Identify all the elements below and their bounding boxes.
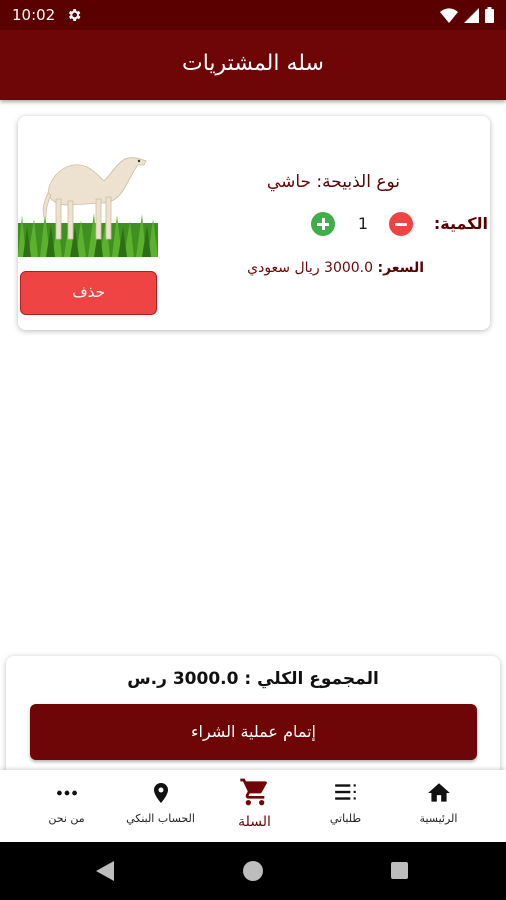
recents-button[interactable] xyxy=(391,862,408,879)
delete-button[interactable]: حذف xyxy=(20,271,157,315)
battery-icon xyxy=(485,7,494,23)
price-value: 3000.0 ريال سعودي xyxy=(247,260,374,276)
gear-icon xyxy=(68,9,81,21)
nav-item-bank-account[interactable]: الحساب البنكي xyxy=(110,770,211,842)
slaughter-type-value: حاشي xyxy=(266,172,312,192)
slaughter-type-label: نوع الذبيحة: xyxy=(316,172,400,192)
system-nav-bar xyxy=(0,842,506,900)
camel-image xyxy=(18,135,158,257)
quantity-label: الكمية: xyxy=(433,214,488,233)
nav-item-home[interactable]: الرئيسية xyxy=(388,770,489,842)
status-icons xyxy=(440,7,494,23)
bottom-nav: الرئيسية طلباتي السلة الحساب البنكي من ن… xyxy=(0,770,506,842)
nav-label-home: الرئيسية xyxy=(419,812,458,825)
screen: 10:02 سله المشتريات نوع الذبيحة: حاشي ال… xyxy=(0,0,506,900)
nav-item-about[interactable]: من نحن xyxy=(16,770,117,842)
status-bar: 10:02 xyxy=(0,0,506,30)
status-time: 10:02 xyxy=(12,6,56,24)
nav-label-about: من نحن xyxy=(48,812,85,825)
slaughter-type: نوع الذبيحة: حاشي xyxy=(267,172,400,192)
price: السعر: 3000.0 ريال سعودي xyxy=(247,260,424,276)
price-label: السعر: xyxy=(377,260,424,276)
home-icon xyxy=(427,783,450,802)
nav-label-cart: السلة xyxy=(238,814,271,830)
back-icon[interactable] xyxy=(96,861,114,881)
location-pin-icon xyxy=(153,783,168,803)
nav-item-cart[interactable]: السلة xyxy=(204,770,305,842)
cart-item-card: نوع الذبيحة: حاشي الكمية: 1 السعر: 3000.… xyxy=(18,116,490,330)
total-value: 3000.0 ر.س xyxy=(127,669,239,689)
home-button[interactable] xyxy=(243,861,263,881)
cart-icon xyxy=(239,778,267,806)
order-summary: المجموع الكلي : 3000.0 ر.س إتمام عملية ا… xyxy=(6,656,500,776)
wifi-icon xyxy=(440,7,458,23)
total: المجموع الكلي : 3000.0 ر.س xyxy=(6,669,500,689)
more-dots-icon xyxy=(56,790,77,796)
decrease-quantity-button[interactable] xyxy=(389,212,413,236)
list-icon xyxy=(334,784,356,800)
nav-item-orders[interactable]: طلباتي xyxy=(295,770,396,842)
nav-label-bank-account: الحساب البنكي xyxy=(126,812,195,825)
total-label: المجموع الكلي : xyxy=(244,669,379,689)
checkout-button[interactable]: إتمام عملية الشراء xyxy=(30,704,477,760)
increase-quantity-button[interactable] xyxy=(311,212,335,236)
cellular-icon xyxy=(464,7,479,23)
nav-label-orders: طلباتي xyxy=(329,812,362,825)
quantity-value: 1 xyxy=(357,214,369,233)
app-bar: سله المشتريات xyxy=(0,30,506,100)
page-title: سله المشتريات xyxy=(182,51,324,76)
